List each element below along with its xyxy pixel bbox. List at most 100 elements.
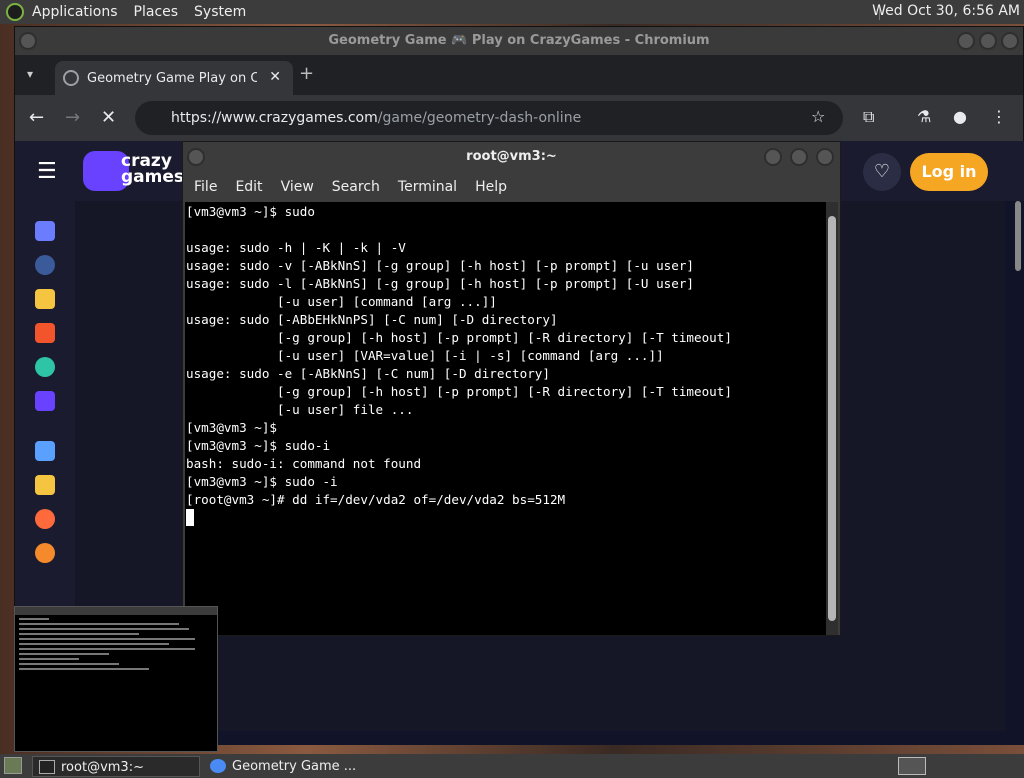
menu-view[interactable]: View xyxy=(272,179,323,195)
thumbnail-line xyxy=(19,618,49,620)
terminal-line: [vm3@vm3 ~]$ sudo -i xyxy=(186,474,338,489)
terminal-line: [root@vm3 ~]# dd if=/dev/vda2 of=/dev/vd… xyxy=(186,492,566,507)
taskbar-item-terminal[interactable]: root@vm3:~ xyxy=(32,756,200,777)
menu-places[interactable]: Places xyxy=(126,4,187,20)
maximize-icon[interactable] xyxy=(979,32,997,50)
address-bar[interactable]: https://www.crazygames.com/game/geometry… xyxy=(135,101,843,135)
tab-strip: ▾ Geometry Game Play on Cr ✕ + xyxy=(15,55,1023,95)
menu-applications[interactable]: Applications xyxy=(24,4,126,20)
terminal-titlebar[interactable]: root@vm3:~ xyxy=(183,142,840,172)
terminal-line: [vm3@vm3 ~]$ xyxy=(186,420,277,435)
terminal-window: root@vm3:~ File Edit View Search Termina… xyxy=(182,141,841,636)
adventure-compass-icon[interactable] xyxy=(35,509,55,529)
url-host: https://www.crazygames.com xyxy=(171,110,378,126)
window-menu-icon[interactable] xyxy=(19,32,37,50)
trending-fire-icon[interactable] xyxy=(35,323,55,343)
favorites-heart-button[interactable]: ♡ xyxy=(863,153,901,191)
terminal-line: [-u user] [command [arg ...]] xyxy=(186,294,497,309)
thumbnail-line xyxy=(19,638,195,640)
top-panel: Applications Places System Wed Oct 30, 6… xyxy=(0,0,1024,24)
applications-logo-icon[interactable] xyxy=(6,3,24,21)
more-menu-icon[interactable]: ⋮ xyxy=(991,107,1007,126)
terminal-line: [-u user] [VAR=value] [-i | -s] [command… xyxy=(186,348,664,363)
thumbnail-line xyxy=(19,643,169,645)
browser-titlebar[interactable]: Geometry Game 🎮 Play on CrazyGames - Chr… xyxy=(15,27,1023,55)
basketball-icon[interactable] xyxy=(35,543,55,563)
menu-edit[interactable]: Edit xyxy=(226,179,271,195)
thumbnail-line xyxy=(19,658,79,660)
terminal-line: usage: sudo -v [-ABkNnS] [-g group] [-h … xyxy=(186,258,694,273)
profile-icon[interactable]: ● xyxy=(953,107,967,126)
show-desktop-icon[interactable] xyxy=(4,757,22,774)
terminal-line: usage: sudo [-ABbEHkNnPS] [-C num] [-D d… xyxy=(186,312,558,327)
login-button[interactable]: Log in xyxy=(910,153,988,191)
originals-icon[interactable] xyxy=(35,391,55,411)
thumbnail-line xyxy=(19,623,179,625)
new-tab-button[interactable]: + xyxy=(299,63,314,84)
recent-clock-icon[interactable] xyxy=(35,255,55,275)
workspace-switcher[interactable] xyxy=(898,757,926,775)
multiplayer-icon[interactable] xyxy=(35,441,55,461)
terminal-title: root@vm3:~ xyxy=(466,149,557,164)
close-icon[interactable] xyxy=(816,148,834,166)
terminal-cursor xyxy=(186,509,194,526)
thumbnail-line xyxy=(19,628,189,630)
clock[interactable]: Wed Oct 30, 6:56 AM xyxy=(872,3,1020,19)
maximize-icon[interactable] xyxy=(790,148,808,166)
minimize-icon[interactable] xyxy=(957,32,975,50)
terminal-line: [-g group] [-h host] [-p prompt] [-R dir… xyxy=(186,384,732,399)
menu-file[interactable]: File xyxy=(185,179,226,195)
terminal-icon xyxy=(39,760,55,774)
menu-search[interactable]: Search xyxy=(323,179,389,195)
page-scrollbar[interactable] xyxy=(1015,201,1021,271)
tab-geometry-game[interactable]: Geometry Game Play on Cr ✕ xyxy=(55,61,293,95)
tab-search-chevron-icon[interactable]: ▾ xyxy=(27,67,33,81)
home-icon[interactable] xyxy=(35,221,55,241)
terminal-line: bash: sudo-i: command not found xyxy=(186,456,422,471)
labs-flask-icon[interactable]: ⚗ xyxy=(917,107,931,126)
taskbar-item-label: root@vm3:~ xyxy=(61,760,144,775)
terminal-line: [vm3@vm3 ~]$ sudo-i xyxy=(186,438,331,453)
action-sword-icon[interactable] xyxy=(35,475,55,495)
menu-terminal[interactable]: Terminal xyxy=(389,179,466,195)
taskbar-item-chromium[interactable]: Geometry Game ... xyxy=(204,756,384,777)
terminal-line: usage: sudo -e [-ABkNnS] [-C num] [-D di… xyxy=(186,366,550,381)
new-sparkle-icon[interactable] xyxy=(35,289,55,309)
terminal-scrollbar[interactable] xyxy=(826,202,838,635)
bookmark-star-icon[interactable]: ☆ xyxy=(811,107,825,126)
extensions-icon[interactable]: ⧉ xyxy=(863,107,874,127)
terminal-scrollbar-thumb[interactable] xyxy=(828,216,836,621)
bottom-panel: root@vm3:~ Geometry Game ... xyxy=(0,754,1024,778)
thumbnail-line xyxy=(19,633,139,635)
terminal-body[interactable]: [vm3@vm3 ~]$ sudo usage: sudo -h | -K | … xyxy=(185,202,828,635)
forward-arrow-icon[interactable]: → xyxy=(65,107,80,128)
window-menu-icon[interactable] xyxy=(187,148,205,166)
terminal-line: [-u user] file ... xyxy=(186,402,414,417)
url-path: /game/geometry-dash-online xyxy=(377,110,582,126)
terminal-output: [vm3@vm3 ~]$ sudo usage: sudo -h | -K | … xyxy=(185,202,828,527)
crazygames-logo-text[interactable]: crazy games xyxy=(121,153,185,187)
menu-system[interactable]: System xyxy=(186,4,254,20)
thumbnail-line xyxy=(19,653,109,655)
close-icon[interactable] xyxy=(1001,32,1019,50)
tab-close-icon[interactable]: ✕ xyxy=(269,69,281,85)
thumbnail-menubar xyxy=(15,607,217,615)
updated-icon[interactable] xyxy=(35,357,55,377)
back-arrow-icon[interactable]: ← xyxy=(29,107,44,128)
window-preview-thumbnail xyxy=(14,606,218,752)
minimize-icon[interactable] xyxy=(764,148,782,166)
hamburger-menu-icon[interactable]: ☰ xyxy=(37,159,57,184)
terminal-line: [vm3@vm3 ~]$ sudo xyxy=(186,204,315,219)
thumbnail-line xyxy=(19,648,195,650)
menu-help[interactable]: Help xyxy=(466,179,516,195)
browser-window-title: Geometry Game 🎮 Play on CrazyGames - Chr… xyxy=(328,33,710,48)
favicon-icon xyxy=(63,70,79,86)
logo-text-games: games xyxy=(121,167,185,187)
tab-title: Geometry Game Play on Cr xyxy=(87,70,257,86)
terminal-menubar: File Edit View Search Terminal Help xyxy=(183,172,840,202)
chromium-icon xyxy=(210,759,226,773)
thumbnail-line xyxy=(19,663,119,665)
thumbnail-line xyxy=(19,668,149,670)
stop-loading-icon[interactable]: ✕ xyxy=(101,107,116,128)
